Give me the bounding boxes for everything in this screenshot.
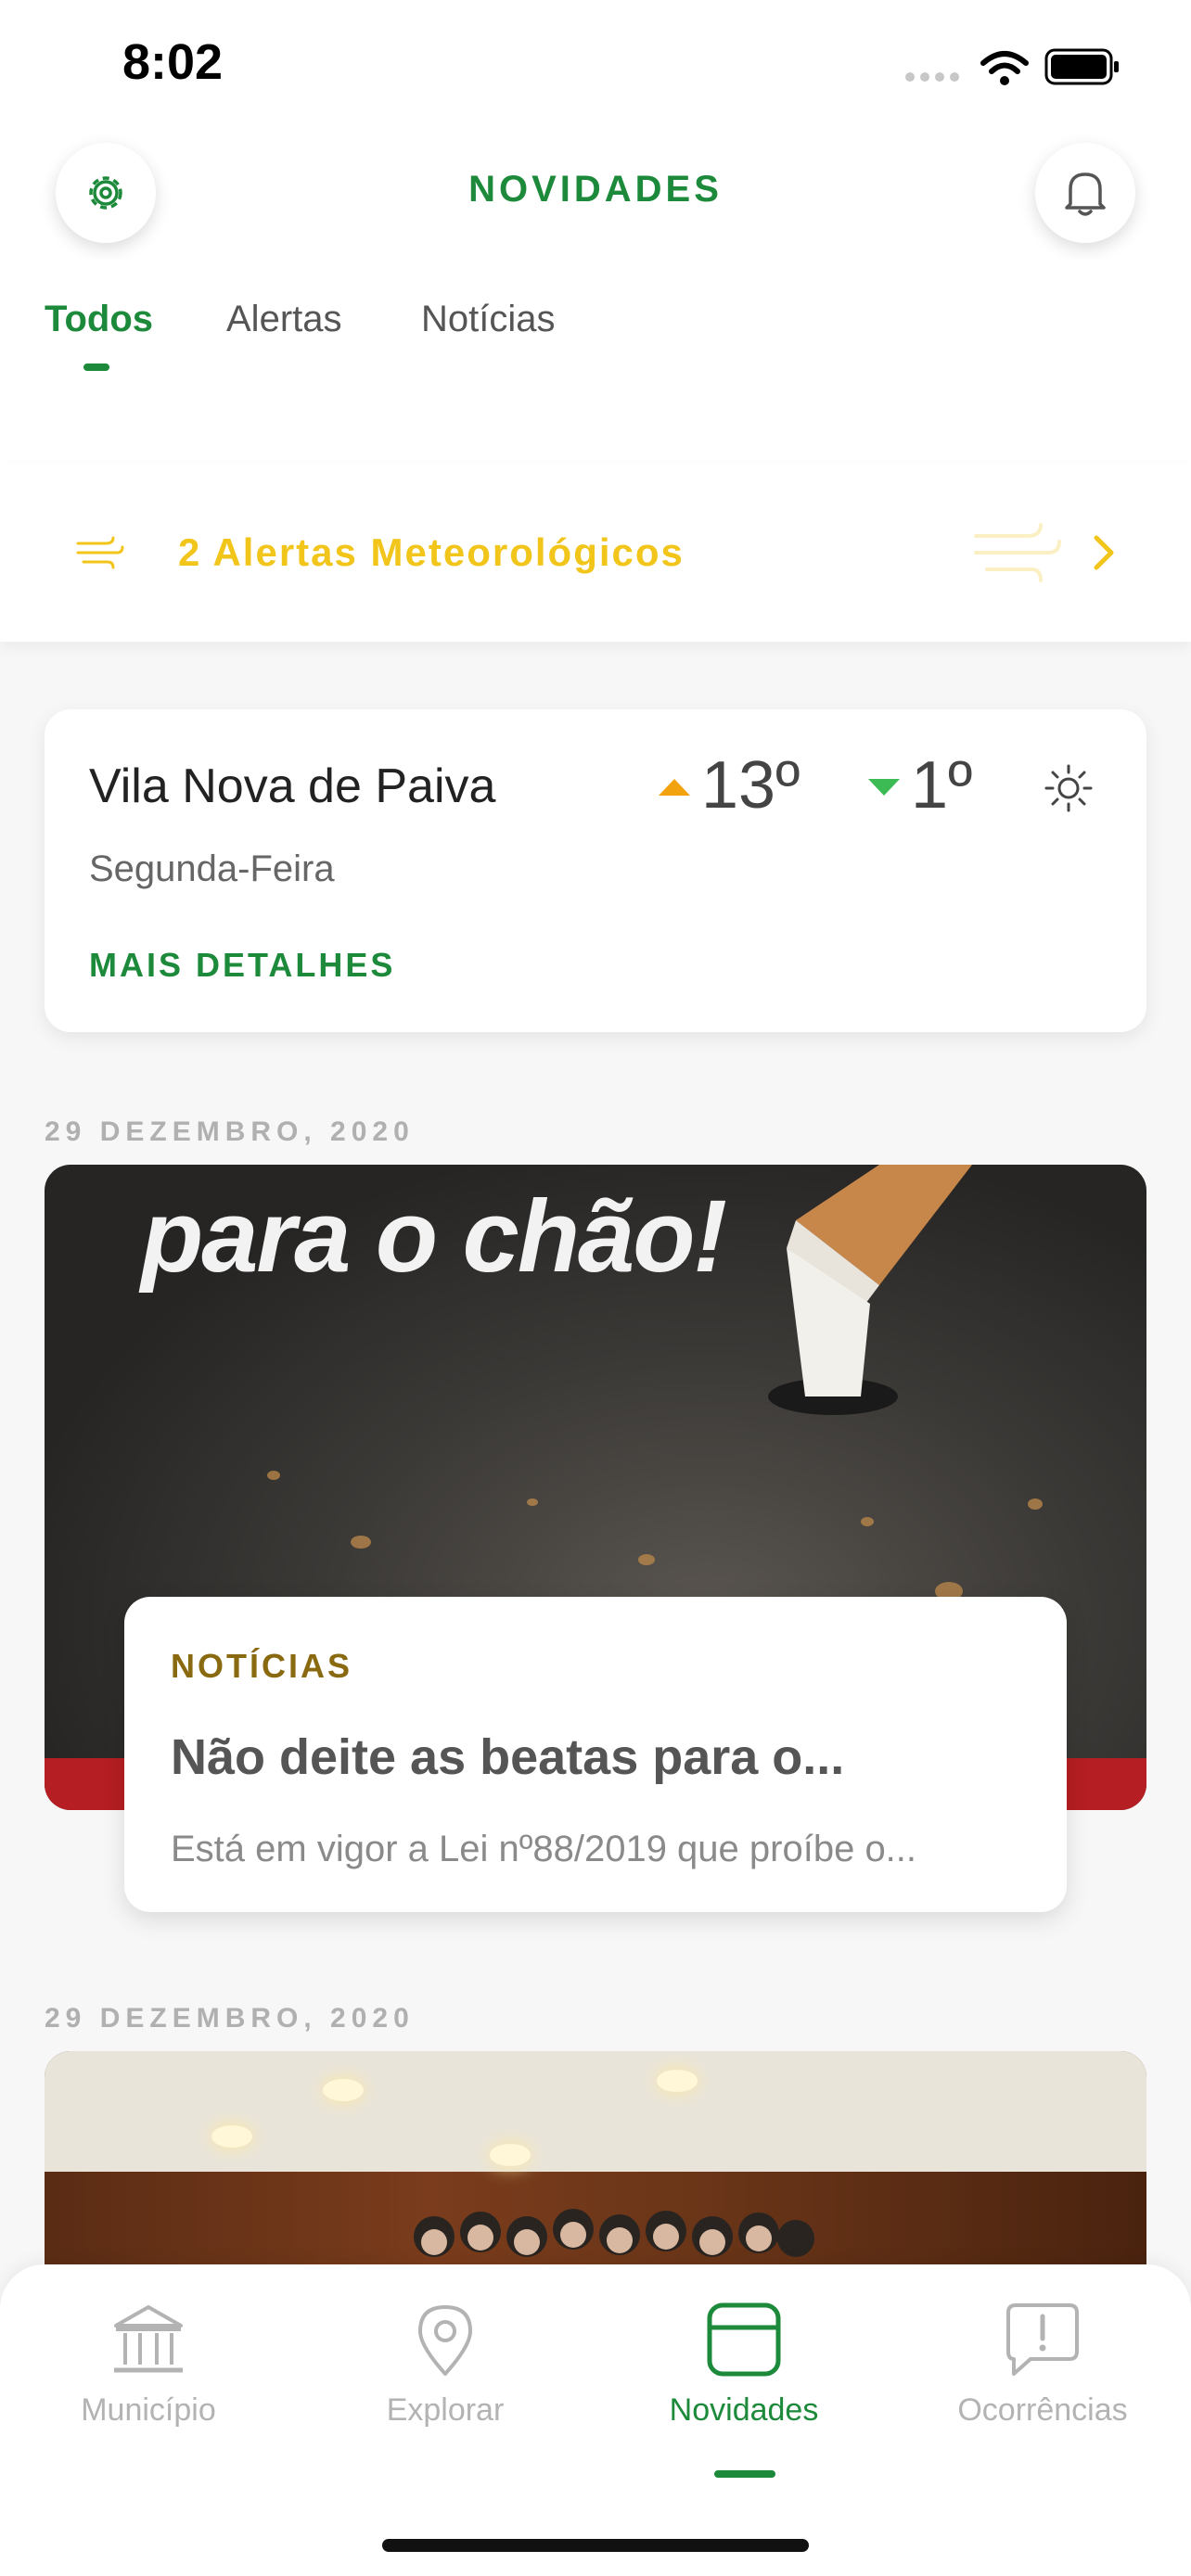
page-title: NOVIDADES	[468, 169, 723, 210]
news-date: 29 DEZEMBRO, 2020	[45, 1116, 415, 1147]
wind-icon	[974, 523, 1061, 582]
map-pin-icon	[418, 2305, 472, 2376]
nav-label: Município	[81, 2392, 216, 2428]
bell-icon	[1065, 172, 1106, 216]
report-icon	[1006, 2303, 1079, 2376]
weather-city: Vila Nova de Paiva	[89, 759, 496, 813]
news-excerpt: Está em vigor a Lei nº88/2019 que proíbe…	[171, 1829, 917, 1869]
wind-icon	[76, 536, 124, 569]
battery-icon	[1044, 48, 1119, 85]
arrow-up-icon	[659, 779, 690, 796]
weather-min-temp: 1º	[911, 748, 973, 823]
nav-municipio[interactable]: Município	[9, 2300, 288, 2429]
tab-todos[interactable]: Todos	[45, 299, 153, 340]
wifi-icon	[980, 51, 1029, 85]
weather-details-link[interactable]: MAIS DETALHES	[89, 946, 395, 985]
news-icon	[707, 2302, 781, 2377]
cellular-signal-icon	[905, 72, 959, 82]
nav-label: Explorar	[386, 2392, 505, 2428]
weather-max-temp: 13º	[701, 748, 800, 823]
sun-icon	[1044, 764, 1093, 812]
tab-alertas[interactable]: Alertas	[226, 299, 342, 340]
status-time: 8:02	[122, 34, 224, 90]
active-tab-indicator	[83, 363, 109, 371]
chevron-right-icon[interactable]	[1091, 534, 1117, 571]
nav-novidades[interactable]: Novidades	[605, 2300, 883, 2429]
news-title: Não deite as beatas para o...	[171, 1729, 845, 1785]
building-icon	[114, 2305, 183, 2373]
tab-bar	[0, 260, 1191, 464]
news-image-headline: para o chão!	[141, 1180, 727, 1294]
cigarette-illustration	[768, 1165, 972, 1415]
arrow-down-icon	[868, 779, 900, 796]
group-photo-people	[414, 2209, 814, 2257]
nav-explorar[interactable]: Explorar	[306, 2300, 584, 2429]
nav-label: Ocorrências	[957, 2392, 1128, 2428]
active-nav-indicator	[714, 2470, 775, 2478]
weather-day: Segunda-Feira	[89, 848, 335, 889]
news-date: 29 DEZEMBRO, 2020	[45, 2003, 415, 2034]
weather-alerts-text: 2 Alertas Meteorológicos	[178, 530, 685, 574]
nav-label: Novidades	[669, 2392, 819, 2428]
notifications-button[interactable]	[1035, 143, 1135, 243]
tab-noticias[interactable]: Notícias	[421, 299, 556, 340]
home-indicator[interactable]	[382, 2539, 809, 2552]
nav-ocorrencias[interactable]: Ocorrências	[903, 2300, 1182, 2429]
news-category: NOTÍCIAS	[171, 1647, 353, 1685]
